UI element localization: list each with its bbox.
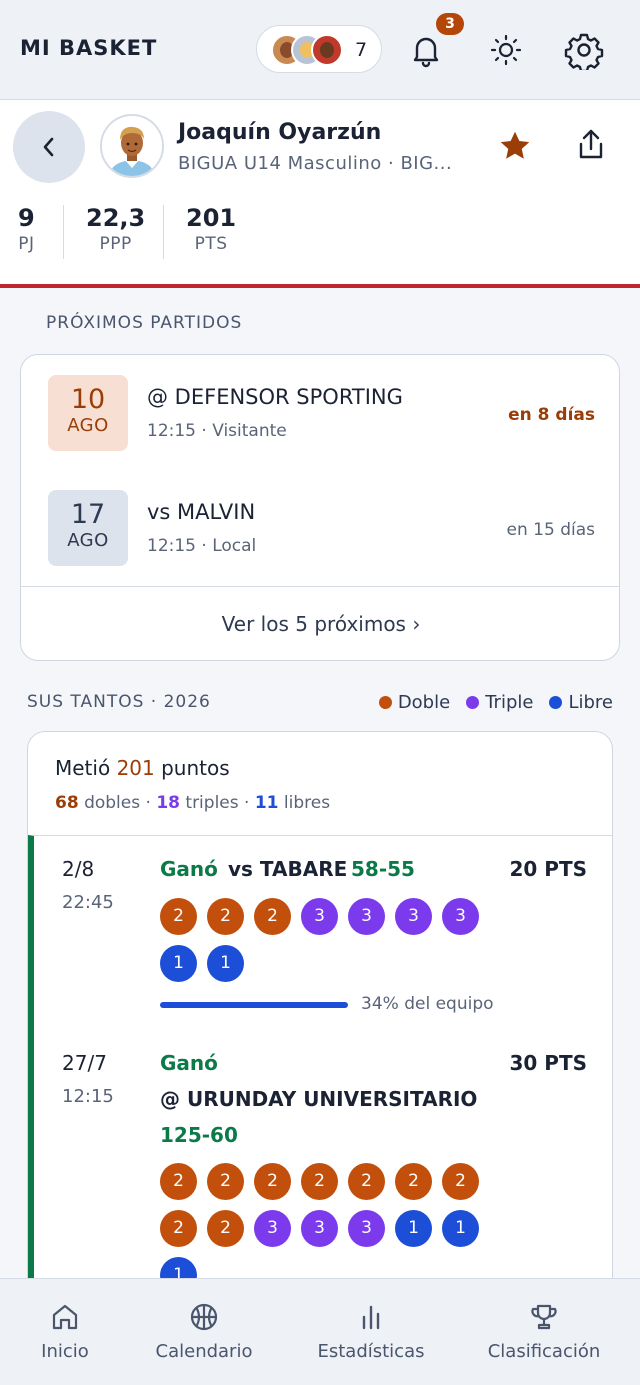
match-countdown: en 15 días (506, 520, 595, 540)
points-summary: Metió 201 puntos (55, 756, 230, 780)
basket-chip: 3 (254, 1210, 291, 1247)
share-icon[interactable] (573, 127, 609, 167)
chevron-left-icon (43, 137, 54, 157)
player-team: BIGUA U14 Masculino · BIG... (178, 153, 453, 174)
basket-chip: 1 (442, 1210, 479, 1247)
nav-item-inicio[interactable]: Inicio (20, 1279, 110, 1385)
basket-chip: 2 (207, 1210, 244, 1247)
points-breakdown: 68 dobles · 18 triples · 11 libres (55, 793, 331, 813)
gear-icon[interactable] (564, 30, 604, 73)
points-legend: Doble Triple Libre (378, 692, 613, 713)
legend-dot (466, 696, 480, 709)
basket-chip: 2 (254, 1163, 291, 1200)
basket-chip: 2 (442, 1163, 479, 1200)
basket-chip: 1 (160, 945, 197, 982)
game-score: 58-55 (351, 857, 415, 881)
game-time: 22:45 (62, 892, 114, 913)
favorites-count: 7 (355, 39, 368, 61)
upcoming-matches-card: 10 AGO @ DEFENSOR SPORTING 12:15 · Visit… (20, 354, 620, 661)
basket-chip: 3 (442, 898, 479, 935)
game-result: Ganó (160, 857, 218, 881)
game-opponent: vs TABARE (228, 857, 348, 881)
nav-item-calendario[interactable]: Calendario (144, 1279, 264, 1385)
star-icon[interactable] (497, 128, 533, 168)
bell-icon[interactable] (406, 30, 446, 70)
match-meta: 12:15 · Visitante (147, 421, 287, 441)
basket-chip: 2 (254, 898, 291, 935)
basket-chip: 3 (301, 898, 338, 935)
match-meta: 12:15 · Local (147, 536, 257, 556)
game-points: 20 PTS (509, 857, 588, 881)
favorite-avatar (311, 34, 343, 66)
legend-item-doble: Doble (378, 692, 450, 713)
basket-chip: 2 (348, 1163, 385, 1200)
back-button[interactable] (13, 111, 85, 183)
basket-chip: 2 (160, 1163, 197, 1200)
game-date: 2/8 (62, 857, 95, 881)
upcoming-match[interactable]: 17 AGO vs MALVIN 12:15 · Local en 15 día… (21, 470, 619, 570)
legend-item-triple: Triple (466, 692, 533, 713)
sun-icon[interactable] (486, 30, 526, 70)
legend-dot (549, 696, 563, 709)
app-bar: MI BASKET 7 3 (0, 0, 640, 100)
legend-dot (378, 696, 392, 709)
game-date: 27/7 (62, 1051, 107, 1075)
stat-games-played: 9 PJ (18, 204, 35, 254)
nav-item-estadisticas[interactable]: Estadísticas (306, 1279, 436, 1385)
bar-chart-icon (362, 1305, 380, 1330)
match-opponent: vs MALVIN (147, 500, 256, 524)
basket-chip: 2 (160, 898, 197, 935)
game-score: 125-60 (160, 1123, 238, 1147)
basket-chip: 2 (160, 1210, 197, 1247)
basket-chip: 2 (395, 1163, 432, 1200)
match-countdown: en 8 días (508, 405, 595, 425)
match-date: 10 AGO (48, 375, 128, 451)
game-opponent: @ URUNDAY UNIVERSITARIO (160, 1087, 478, 1111)
trophy-icon (531, 1304, 557, 1330)
match-date: 17 AGO (48, 490, 128, 566)
bottom-navigation: Inicio Calendario Estadísticas Clasifica… (0, 1278, 640, 1385)
upcoming-section-title: PRÓXIMOS PARTIDOS (46, 313, 243, 333)
basket-chip: 1 (207, 945, 244, 982)
team-share-bar (160, 1002, 348, 1008)
basket-chip: 3 (348, 898, 385, 935)
stat-points-per-game: 22,3 PPP (86, 204, 146, 254)
stat-divider (163, 205, 164, 259)
home-icon (52, 1304, 78, 1330)
basket-chip: 2 (301, 1163, 338, 1200)
game-time: 12:15 (62, 1086, 114, 1107)
basket-chip: 2 (207, 1163, 244, 1200)
basket-chips: 222222222333111 (160, 1163, 500, 1294)
team-share-label: 34% del equipo (361, 994, 494, 1014)
notifications-badge: 3 (436, 13, 464, 35)
basket-chip: 2 (207, 898, 244, 935)
upcoming-match[interactable]: 10 AGO @ DEFENSOR SPORTING 12:15 · Visit… (21, 355, 619, 455)
points-section-title: SUS TANTOS · 2026 (27, 692, 211, 712)
basket-chip: 1 (395, 1210, 432, 1247)
basket-chip: 3 (395, 898, 432, 935)
basket-chips: 222333311 (160, 898, 500, 982)
app-brand: MI BASKET (20, 36, 158, 60)
stat-total-points: 201 PTS (186, 204, 237, 254)
player-name: Joaquín Oyarzún (178, 120, 382, 145)
basketball-icon (190, 1303, 218, 1331)
basket-chip: 3 (301, 1210, 338, 1247)
stat-divider (63, 205, 64, 259)
nav-item-clasificacion[interactable]: Clasificación (474, 1279, 614, 1385)
legend-item-libre: Libre (549, 692, 613, 713)
see-more-upcoming-link[interactable]: Ver los 5 próximos › (21, 586, 619, 660)
player-header: Joaquín Oyarzún BIGUA U14 Masculino · BI… (0, 100, 640, 288)
game-result: Ganó (160, 1051, 218, 1075)
player-avatar (100, 114, 164, 178)
basket-chip: 3 (348, 1210, 385, 1247)
game-points: 30 PTS (509, 1051, 588, 1075)
favorites-pill[interactable]: 7 (256, 25, 382, 73)
match-opponent: @ DEFENSOR SPORTING (147, 385, 403, 409)
